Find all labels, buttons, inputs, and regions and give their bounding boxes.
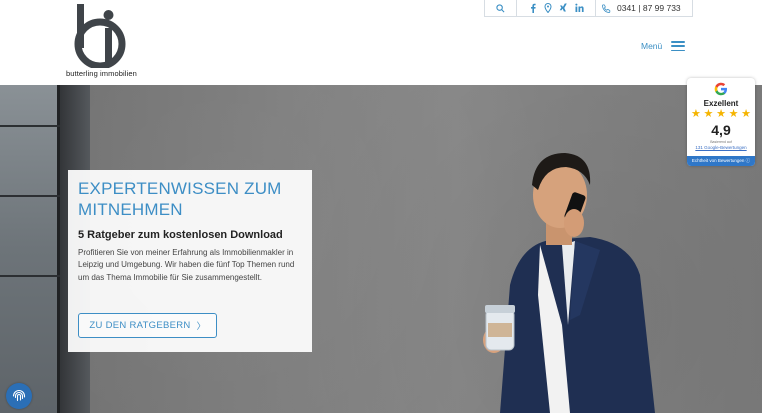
rating-score: 4,9 (711, 122, 731, 138)
menu-label: Menü (641, 41, 663, 51)
hamburger-icon (671, 41, 686, 51)
phone-icon (602, 3, 611, 13)
facebook-icon[interactable] (529, 3, 537, 13)
star-icon: ★ (716, 108, 726, 120)
search-icon (496, 3, 505, 12)
star-icon: ★ (703, 108, 714, 120)
brand-logo[interactable]: butterling immobilien (66, 2, 137, 82)
google-icon (714, 82, 727, 96)
brand-name: butterling immobilien (66, 69, 137, 78)
guides-cta-button[interactable]: ZU DEN RATGEBERN 〉 (78, 313, 217, 338)
menu-toggle[interactable]: Menü (641, 41, 686, 51)
google-rating-widget[interactable]: Exzellent ★ ★ ★ ★ ★ 4,9 Basierend auf 13… (687, 78, 755, 166)
review-authenticity-link[interactable]: Echtheit von Bewertungen ⓘ (687, 156, 755, 166)
xing-icon[interactable] (559, 3, 568, 13)
download-teaser-card: EXPERTENWISSEN ZUM MITNEHMEN 5 Ratgeber … (68, 170, 312, 352)
star-icon: ★ (728, 108, 739, 120)
chevron-right-icon: 〉 (196, 321, 206, 331)
search-button[interactable] (485, 0, 517, 16)
agent-photo (483, 153, 655, 413)
hero-subtitle: 5 Ratgeber zum kostenlosen Download (78, 229, 283, 241)
site-header: butterling immobilien 0341 | 87 99 733 M… (0, 0, 762, 85)
rating-label: Exzellent (703, 99, 739, 108)
hero-banner: EXPERTENWISSEN ZUM MITNEHMEN 5 Ratgeber … (0, 85, 762, 413)
privacy-settings-button[interactable] (6, 383, 32, 409)
rating-stars: ★ ★ ★ ★ ★ (691, 109, 751, 120)
bi-logo-mark (74, 4, 126, 68)
top-contact-bar: 0341 | 87 99 733 (484, 0, 693, 17)
social-links (517, 0, 596, 16)
hero-description: Profitieren Sie von meiner Erfahrung als… (78, 248, 295, 282)
review-count-link[interactable]: 131 Google-Bewertungen (687, 145, 755, 150)
rating-basis-text: Basierend auf (710, 140, 732, 144)
linkedin-icon[interactable] (574, 3, 584, 13)
fingerprint-icon (12, 389, 26, 402)
star-icon: ★ (691, 108, 701, 120)
phone-link[interactable]: 0341 | 87 99 733 (596, 0, 692, 16)
phone-number: 0341 | 87 99 733 (617, 3, 681, 13)
hero-title: EXPERTENWISSEN ZUM MITNEHMEN (78, 179, 282, 219)
star-icon: ★ (741, 108, 751, 120)
cta-label: ZU DEN RATGEBERN (89, 320, 191, 331)
location-icon[interactable] (543, 3, 552, 13)
